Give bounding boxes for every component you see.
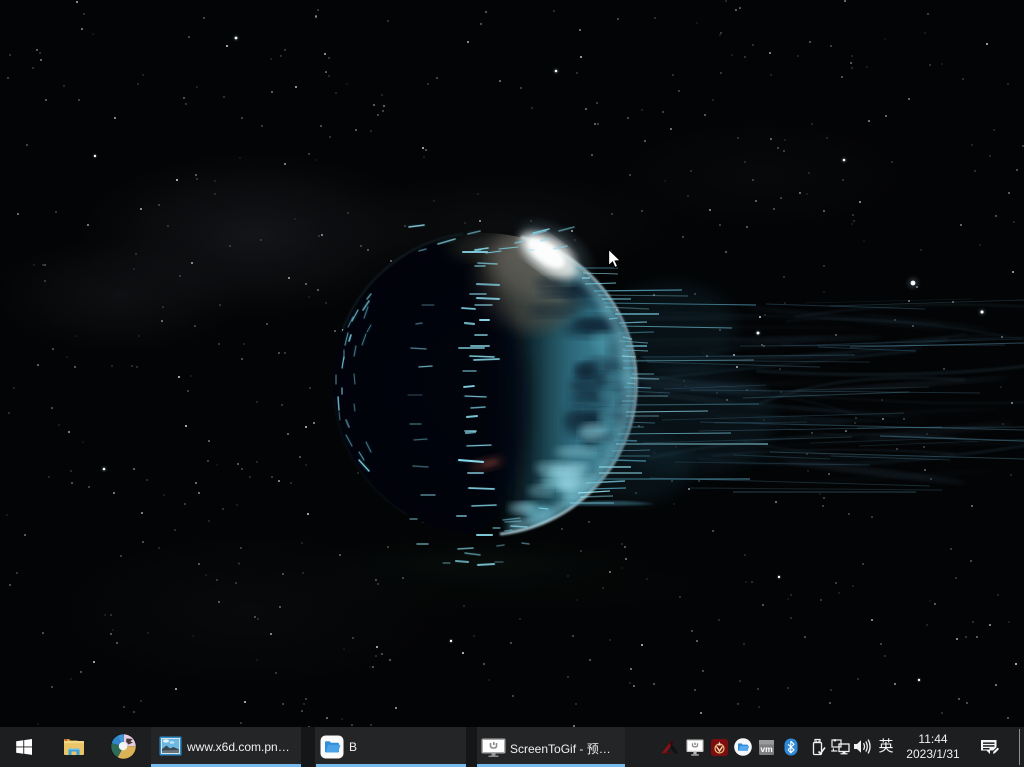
svg-text:vm: vm bbox=[760, 744, 773, 754]
